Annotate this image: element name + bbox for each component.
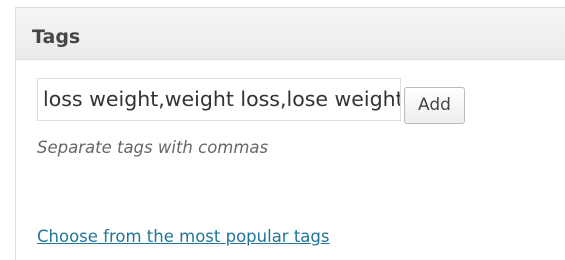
tags-panel-header: Tags: [16, 8, 565, 60]
tags-panel-title: Tags: [32, 26, 81, 48]
tags-panel: Tags loss weight,weight loss,lose weight…: [15, 7, 565, 260]
tags-help-text: Separate tags with commas: [37, 138, 269, 157]
screenshot-canvas: Tags loss weight,weight loss,lose weight…: [0, 0, 565, 260]
popular-tags-link[interactable]: Choose from the most popular tags: [37, 227, 329, 247]
add-tag-button[interactable]: Add: [404, 87, 465, 124]
new-tag-input[interactable]: loss weight,weight loss,lose weight,: [37, 78, 401, 121]
